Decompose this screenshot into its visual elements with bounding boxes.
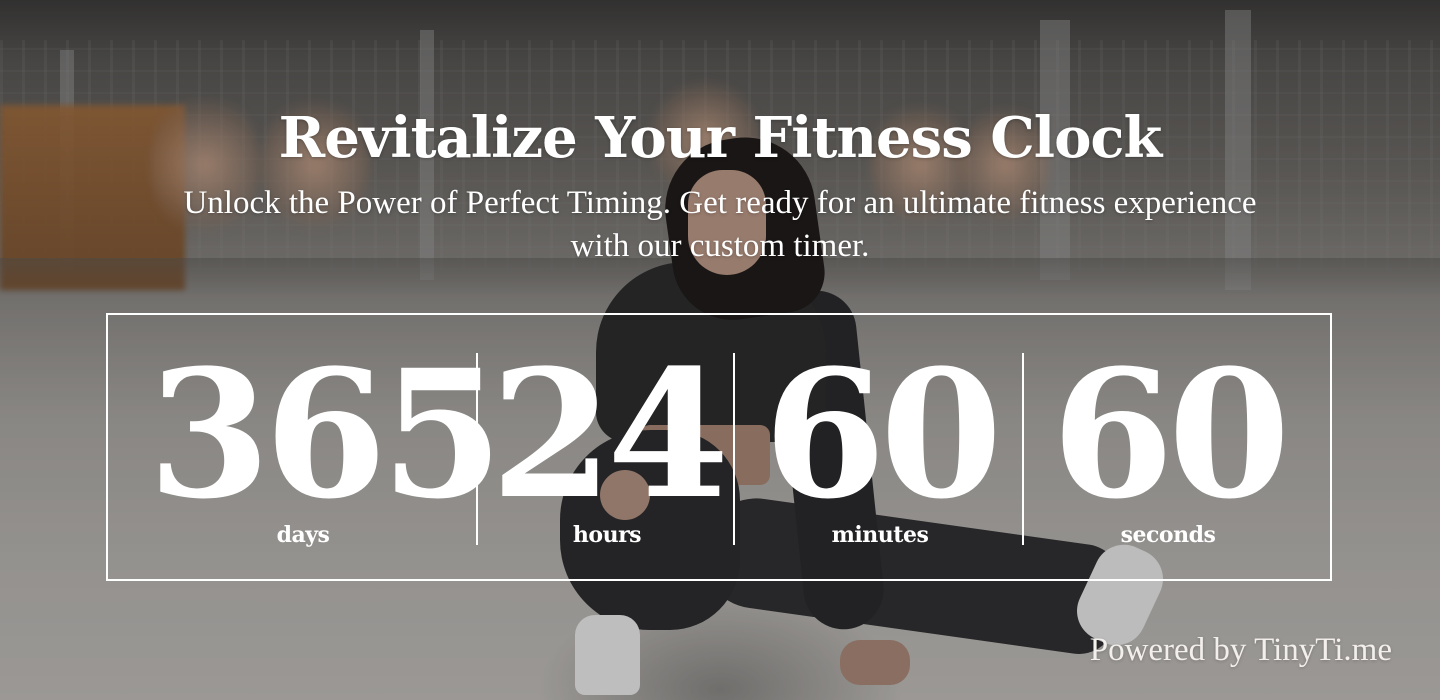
countdown-divider	[733, 353, 735, 545]
countdown-timer: 365 days 24 hours 60 minutes 60 seconds	[106, 313, 1332, 581]
seconds-label: seconds	[1120, 522, 1216, 548]
minutes-value: 60	[763, 331, 1003, 538]
countdown-seconds: 60 seconds	[1026, 315, 1310, 579]
countdown-minutes: 60 minutes	[738, 315, 1022, 579]
countdown-days: 365 days	[148, 315, 503, 579]
page-title: Revitalize Your Fitness Clock	[278, 105, 1163, 171]
days-label: days	[276, 522, 330, 548]
days-value: 365	[148, 331, 503, 538]
hours-label: hours	[572, 522, 642, 548]
countdown-divider	[476, 353, 478, 545]
powered-by-link[interactable]: Powered by TinyTi.me	[1090, 630, 1392, 670]
countdown-hours: 24 hours	[480, 315, 734, 579]
minutes-label: minutes	[831, 522, 929, 548]
seconds-value: 60	[1051, 331, 1291, 538]
hours-value: 24	[490, 331, 730, 538]
countdown-page: Revitalize Your Fitness Clock Unlock the…	[0, 0, 1440, 700]
page-subtitle: Unlock the Power of Perfect Timing. Get …	[183, 185, 1257, 264]
countdown-divider	[1022, 353, 1024, 545]
